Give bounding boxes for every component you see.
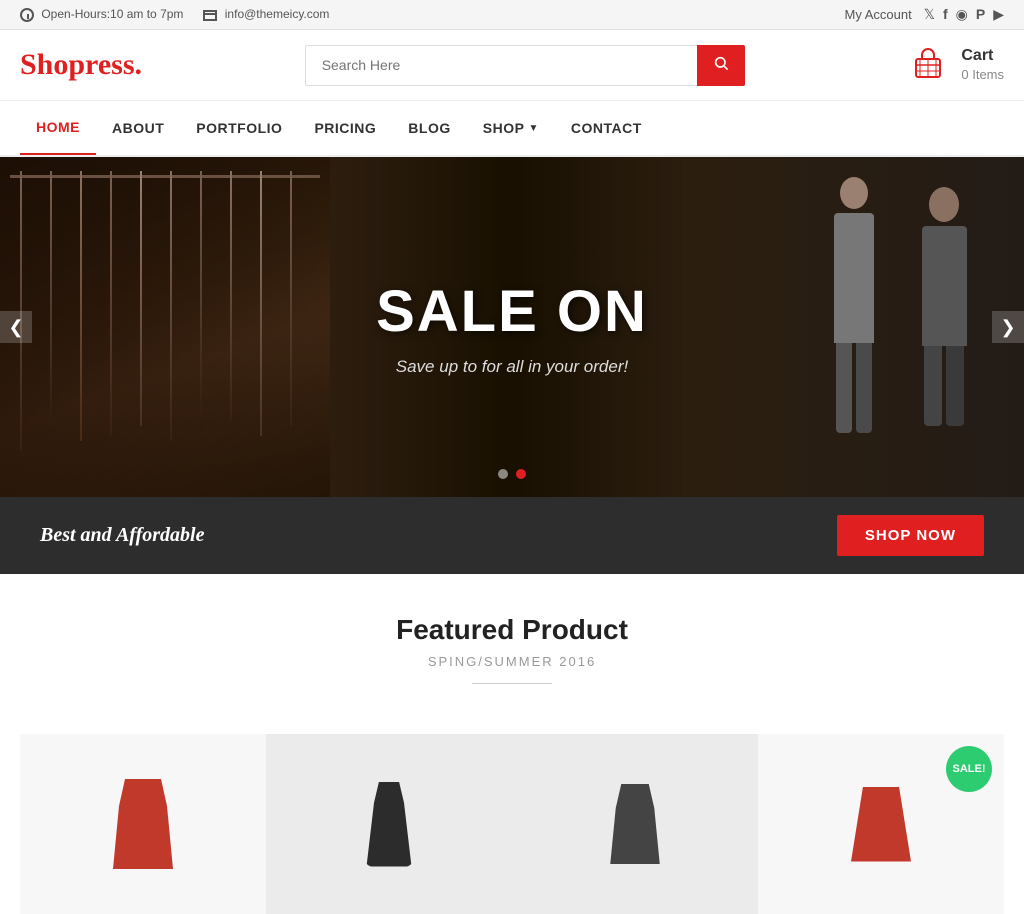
email-info: info@themeicy.com <box>203 7 329 21</box>
cart-label: Cart <box>961 46 1004 67</box>
logo: Shopress. <box>20 48 142 82</box>
product-card-2 <box>266 734 512 914</box>
product-card-1 <box>20 734 266 914</box>
nav-item-blog[interactable]: BLOG <box>392 102 466 154</box>
nav-item-contact[interactable]: CONTACT <box>555 102 658 154</box>
shop-now-button[interactable]: Shop Now <box>837 515 984 556</box>
youtube-icon[interactable]: ▶ <box>993 6 1004 23</box>
hero-subtitle: Save up to for all in your order! <box>376 357 648 377</box>
hero-title: SALE ON <box>376 278 648 345</box>
product-card-3 <box>512 734 758 914</box>
cart-icon <box>908 45 948 85</box>
hero-dot-2[interactable] <box>516 469 526 479</box>
search-icon <box>713 55 729 71</box>
search-bar <box>305 45 745 86</box>
hero-slider: SALE ON Save up to for all in your order… <box>0 157 1024 497</box>
product-shape-2 <box>364 782 414 867</box>
product-shape-4 <box>851 787 911 862</box>
logo-text: Shopress <box>20 48 135 81</box>
social-icons: 𝕏 f ◉ P ▶ <box>924 6 1004 23</box>
hero-dots <box>498 469 526 479</box>
sale-badge: SALE! <box>946 746 992 792</box>
hero-content: SALE ON Save up to for all in your order… <box>376 278 648 377</box>
clock-icon <box>20 8 34 22</box>
facebook-icon[interactable]: f <box>943 6 948 23</box>
featured-subtitle: SPING/SUMMER 2016 <box>20 654 1004 669</box>
product-image-1 <box>20 734 266 914</box>
hero-prev-arrow[interactable]: ❮ <box>0 311 32 343</box>
top-bar-right: My Account 𝕏 f ◉ P ▶ <box>845 6 1005 23</box>
dress-shape-2 <box>364 782 414 867</box>
nav-item-shop[interactable]: SHOP ▼ <box>467 102 555 154</box>
nav-item-home[interactable]: HOME <box>20 101 96 155</box>
main-nav: HOME ABOUT PORTFOLIO PRICING BLOG SHOP ▼… <box>0 101 1024 157</box>
logo-dot: . <box>135 48 143 81</box>
product-image-3 <box>512 734 758 914</box>
cart-text: Cart 0 Items <box>961 46 1004 84</box>
featured-title: Featured Product <box>20 614 1004 646</box>
products-grid: SALE! <box>0 734 1024 914</box>
instagram-icon[interactable]: ◉ <box>956 6 968 23</box>
pinterest-icon[interactable]: P <box>976 6 985 23</box>
search-input[interactable] <box>305 45 697 86</box>
featured-divider <box>472 683 552 684</box>
sale-badge-label: SALE! <box>953 763 986 775</box>
my-account-link[interactable]: My Account <box>845 7 912 22</box>
dress-shape-3 <box>608 784 663 864</box>
search-button[interactable] <box>697 45 745 86</box>
product-card-4: SALE! <box>758 734 1004 914</box>
hero-background: SALE ON Save up to for all in your order… <box>0 157 1024 497</box>
featured-section: Featured Product SPING/SUMMER 2016 <box>0 574 1024 734</box>
header: Shopress. Cart 0 Items <box>0 30 1024 101</box>
top-bar-left: Open-Hours:10 am to 7pm info@themeicy.co… <box>20 7 329 22</box>
cart-icon-wrap <box>907 44 949 86</box>
banner-text: Best and Affordable <box>40 524 204 547</box>
hero-next-arrow[interactable]: ❯ <box>992 311 1024 343</box>
product-image-2 <box>266 734 512 914</box>
clock-hand <box>27 14 29 19</box>
nav-item-portfolio[interactable]: PORTFOLIO <box>180 102 298 154</box>
nav-item-pricing[interactable]: PRICING <box>298 102 392 154</box>
nav-item-about[interactable]: ABOUT <box>96 102 180 154</box>
twitter-icon[interactable]: 𝕏 <box>924 6 935 23</box>
cart-count: 0 Items <box>961 67 1004 84</box>
cart-area: Cart 0 Items <box>907 44 1004 86</box>
dress-shape-4 <box>851 787 911 862</box>
product-shape-3 <box>608 784 663 864</box>
hero-dot-1[interactable] <box>498 469 508 479</box>
chevron-down-icon: ▼ <box>528 123 538 134</box>
email-icon <box>203 10 217 21</box>
open-hours: Open-Hours:10 am to 7pm <box>20 7 183 22</box>
banner-strip: Best and Affordable Shop Now <box>0 497 1024 574</box>
top-bar: Open-Hours:10 am to 7pm info@themeicy.co… <box>0 0 1024 30</box>
